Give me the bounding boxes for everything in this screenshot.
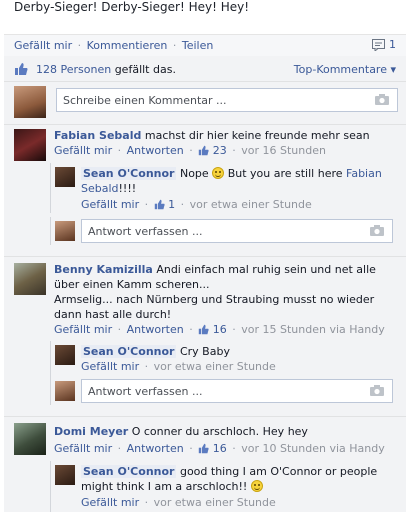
comment-meta: Gefällt mir · Antworten · 23 · vor 16 St… bbox=[54, 144, 326, 157]
comment-meta: Gefällt mir · Antworten · 16 · vor 15 St… bbox=[54, 323, 385, 336]
avatar[interactable] bbox=[14, 423, 46, 455]
reply-composer: Antwort verfassen ... bbox=[50, 217, 398, 245]
thumbs-up-icon bbox=[154, 199, 165, 210]
reply-timestamp[interactable]: vor etwa einer Stunde bbox=[154, 496, 276, 509]
commenter-name[interactable]: Benny Kamizilla bbox=[54, 263, 153, 276]
commenter-name[interactable]: Sean O'Connor bbox=[81, 167, 177, 180]
share-link[interactable]: Teilen bbox=[182, 39, 213, 52]
thumbs-up-icon bbox=[199, 324, 209, 335]
reply-item: Sean O'Connor Nope But you are still her… bbox=[50, 163, 398, 213]
avatar[interactable] bbox=[14, 263, 46, 295]
smiley-icon bbox=[212, 167, 225, 179]
avatar[interactable] bbox=[55, 465, 75, 485]
reply-input[interactable]: Antwort verfassen ... bbox=[81, 379, 393, 403]
commenter-name[interactable]: Fabian Sebald bbox=[54, 129, 141, 142]
comment-timestamp[interactable]: vor 16 Stunden bbox=[241, 144, 326, 157]
post-text: Derby-Sieger! Derby-Sieger! Hey! Hey! bbox=[14, 0, 250, 14]
camera-icon[interactable] bbox=[370, 225, 384, 236]
avatar[interactable] bbox=[55, 345, 75, 365]
reply-item: Sean O'Connor Cry Baby Gefällt mir · vor… bbox=[50, 341, 398, 377]
reply-timestamp[interactable]: vor etwa einer Stunde bbox=[154, 360, 276, 373]
comment-timestamp[interactable]: vor 10 Stunden via Handy bbox=[241, 442, 385, 455]
avatar bbox=[14, 86, 46, 118]
comment-count[interactable]: 1 bbox=[372, 38, 396, 51]
commenter-name[interactable]: Sean O'Connor bbox=[81, 465, 177, 478]
avatar bbox=[55, 221, 75, 241]
comment-reply-link[interactable]: Antworten bbox=[127, 323, 184, 336]
reply-meta: Gefällt mir · 1 · vor etwa einer Stunde bbox=[81, 198, 312, 211]
thumbs-up-icon bbox=[15, 63, 28, 75]
likes-count-link[interactable]: 128 Personen bbox=[36, 63, 111, 76]
comment-like-count[interactable]: 23 bbox=[213, 144, 227, 157]
reply-text: Cry Baby bbox=[179, 345, 230, 358]
thumbs-up-icon bbox=[199, 145, 209, 156]
reply-text: Nope bbox=[179, 167, 209, 180]
comment-like-count[interactable]: 16 bbox=[213, 442, 227, 455]
comment-input[interactable]: Schreibe einen Kommentar ... bbox=[56, 88, 398, 112]
reply-like-count[interactable]: 1 bbox=[168, 198, 175, 211]
reply-input[interactable]: Antwort verfassen ... bbox=[81, 219, 393, 243]
comment-text-2: Armselig... nach Nürnberg und Straubing … bbox=[54, 293, 375, 321]
like-post-link[interactable]: Gefällt mir bbox=[14, 39, 72, 52]
likes-suffix: gefällt das. bbox=[114, 62, 176, 76]
reply-composer: Antwort verfassen ... bbox=[50, 377, 398, 405]
reply-like-link[interactable]: Gefällt mir bbox=[81, 496, 139, 509]
post-actions-bar: Gefällt mir · Kommentieren · Teilen 1 bbox=[4, 34, 406, 56]
reply-text-end: !!!! bbox=[118, 182, 137, 195]
comment-meta: Gefällt mir · Antworten · 16 · vor 10 St… bbox=[54, 442, 385, 455]
comment-item: Domi Meyer O conner du arschloch. Hey he… bbox=[4, 416, 406, 512]
reply-like-link[interactable]: Gefällt mir bbox=[81, 198, 139, 211]
avatar[interactable] bbox=[14, 129, 46, 161]
comment-like-link[interactable]: Gefällt mir bbox=[54, 442, 112, 455]
comment-text: O conner du arschloch. Hey hey bbox=[131, 425, 308, 438]
comment-like-link[interactable]: Gefällt mir bbox=[54, 144, 112, 157]
camera-icon[interactable] bbox=[370, 385, 384, 396]
top-comments-dropdown[interactable]: Top-Kommentare ▾ bbox=[294, 63, 396, 76]
reply-item: Sean O'Connor good thing I am O'Connor o… bbox=[50, 461, 398, 512]
avatar[interactable] bbox=[55, 167, 75, 187]
comments-section: 128 Personen gefällt das. Top-Kommentare… bbox=[4, 56, 406, 512]
comment-text: machst dir hier keine freunde mehr sean bbox=[144, 129, 370, 142]
comment-count-value: 1 bbox=[389, 38, 396, 51]
likes-row: 128 Personen gefällt das. Top-Kommentare… bbox=[4, 56, 406, 82]
reply-meta: Gefällt mir · vor etwa einer Stunde bbox=[81, 496, 276, 509]
reply-meta: Gefällt mir · vor etwa einer Stunde bbox=[81, 360, 276, 373]
comment-like-link[interactable]: Gefällt mir bbox=[54, 323, 112, 336]
reply-text-2: But you are still here bbox=[227, 167, 343, 180]
comment-composer: Schreibe einen Kommentar ... bbox=[14, 84, 398, 120]
comment-reply-link[interactable]: Antworten bbox=[127, 442, 184, 455]
comment-link[interactable]: Kommentieren bbox=[87, 39, 168, 52]
comment-item: Benny Kamizilla Andi einfach mal ruhig s… bbox=[4, 256, 406, 416]
thumbs-up-icon bbox=[199, 443, 209, 454]
comment-reply-link[interactable]: Antworten bbox=[127, 144, 184, 157]
commenter-name[interactable]: Domi Meyer bbox=[54, 425, 128, 438]
comment-timestamp[interactable]: vor 15 Stunden via Handy bbox=[241, 323, 385, 336]
smiley-icon bbox=[250, 480, 263, 492]
camera-icon[interactable] bbox=[375, 94, 389, 105]
commenter-name[interactable]: Sean O'Connor bbox=[81, 345, 177, 358]
reply-like-link[interactable]: Gefällt mir bbox=[81, 360, 139, 373]
comment-like-count[interactable]: 16 bbox=[213, 323, 227, 336]
comment-bubble-icon bbox=[372, 38, 385, 51]
reply-timestamp[interactable]: vor etwa einer Stunde bbox=[190, 198, 312, 211]
avatar bbox=[55, 381, 75, 401]
